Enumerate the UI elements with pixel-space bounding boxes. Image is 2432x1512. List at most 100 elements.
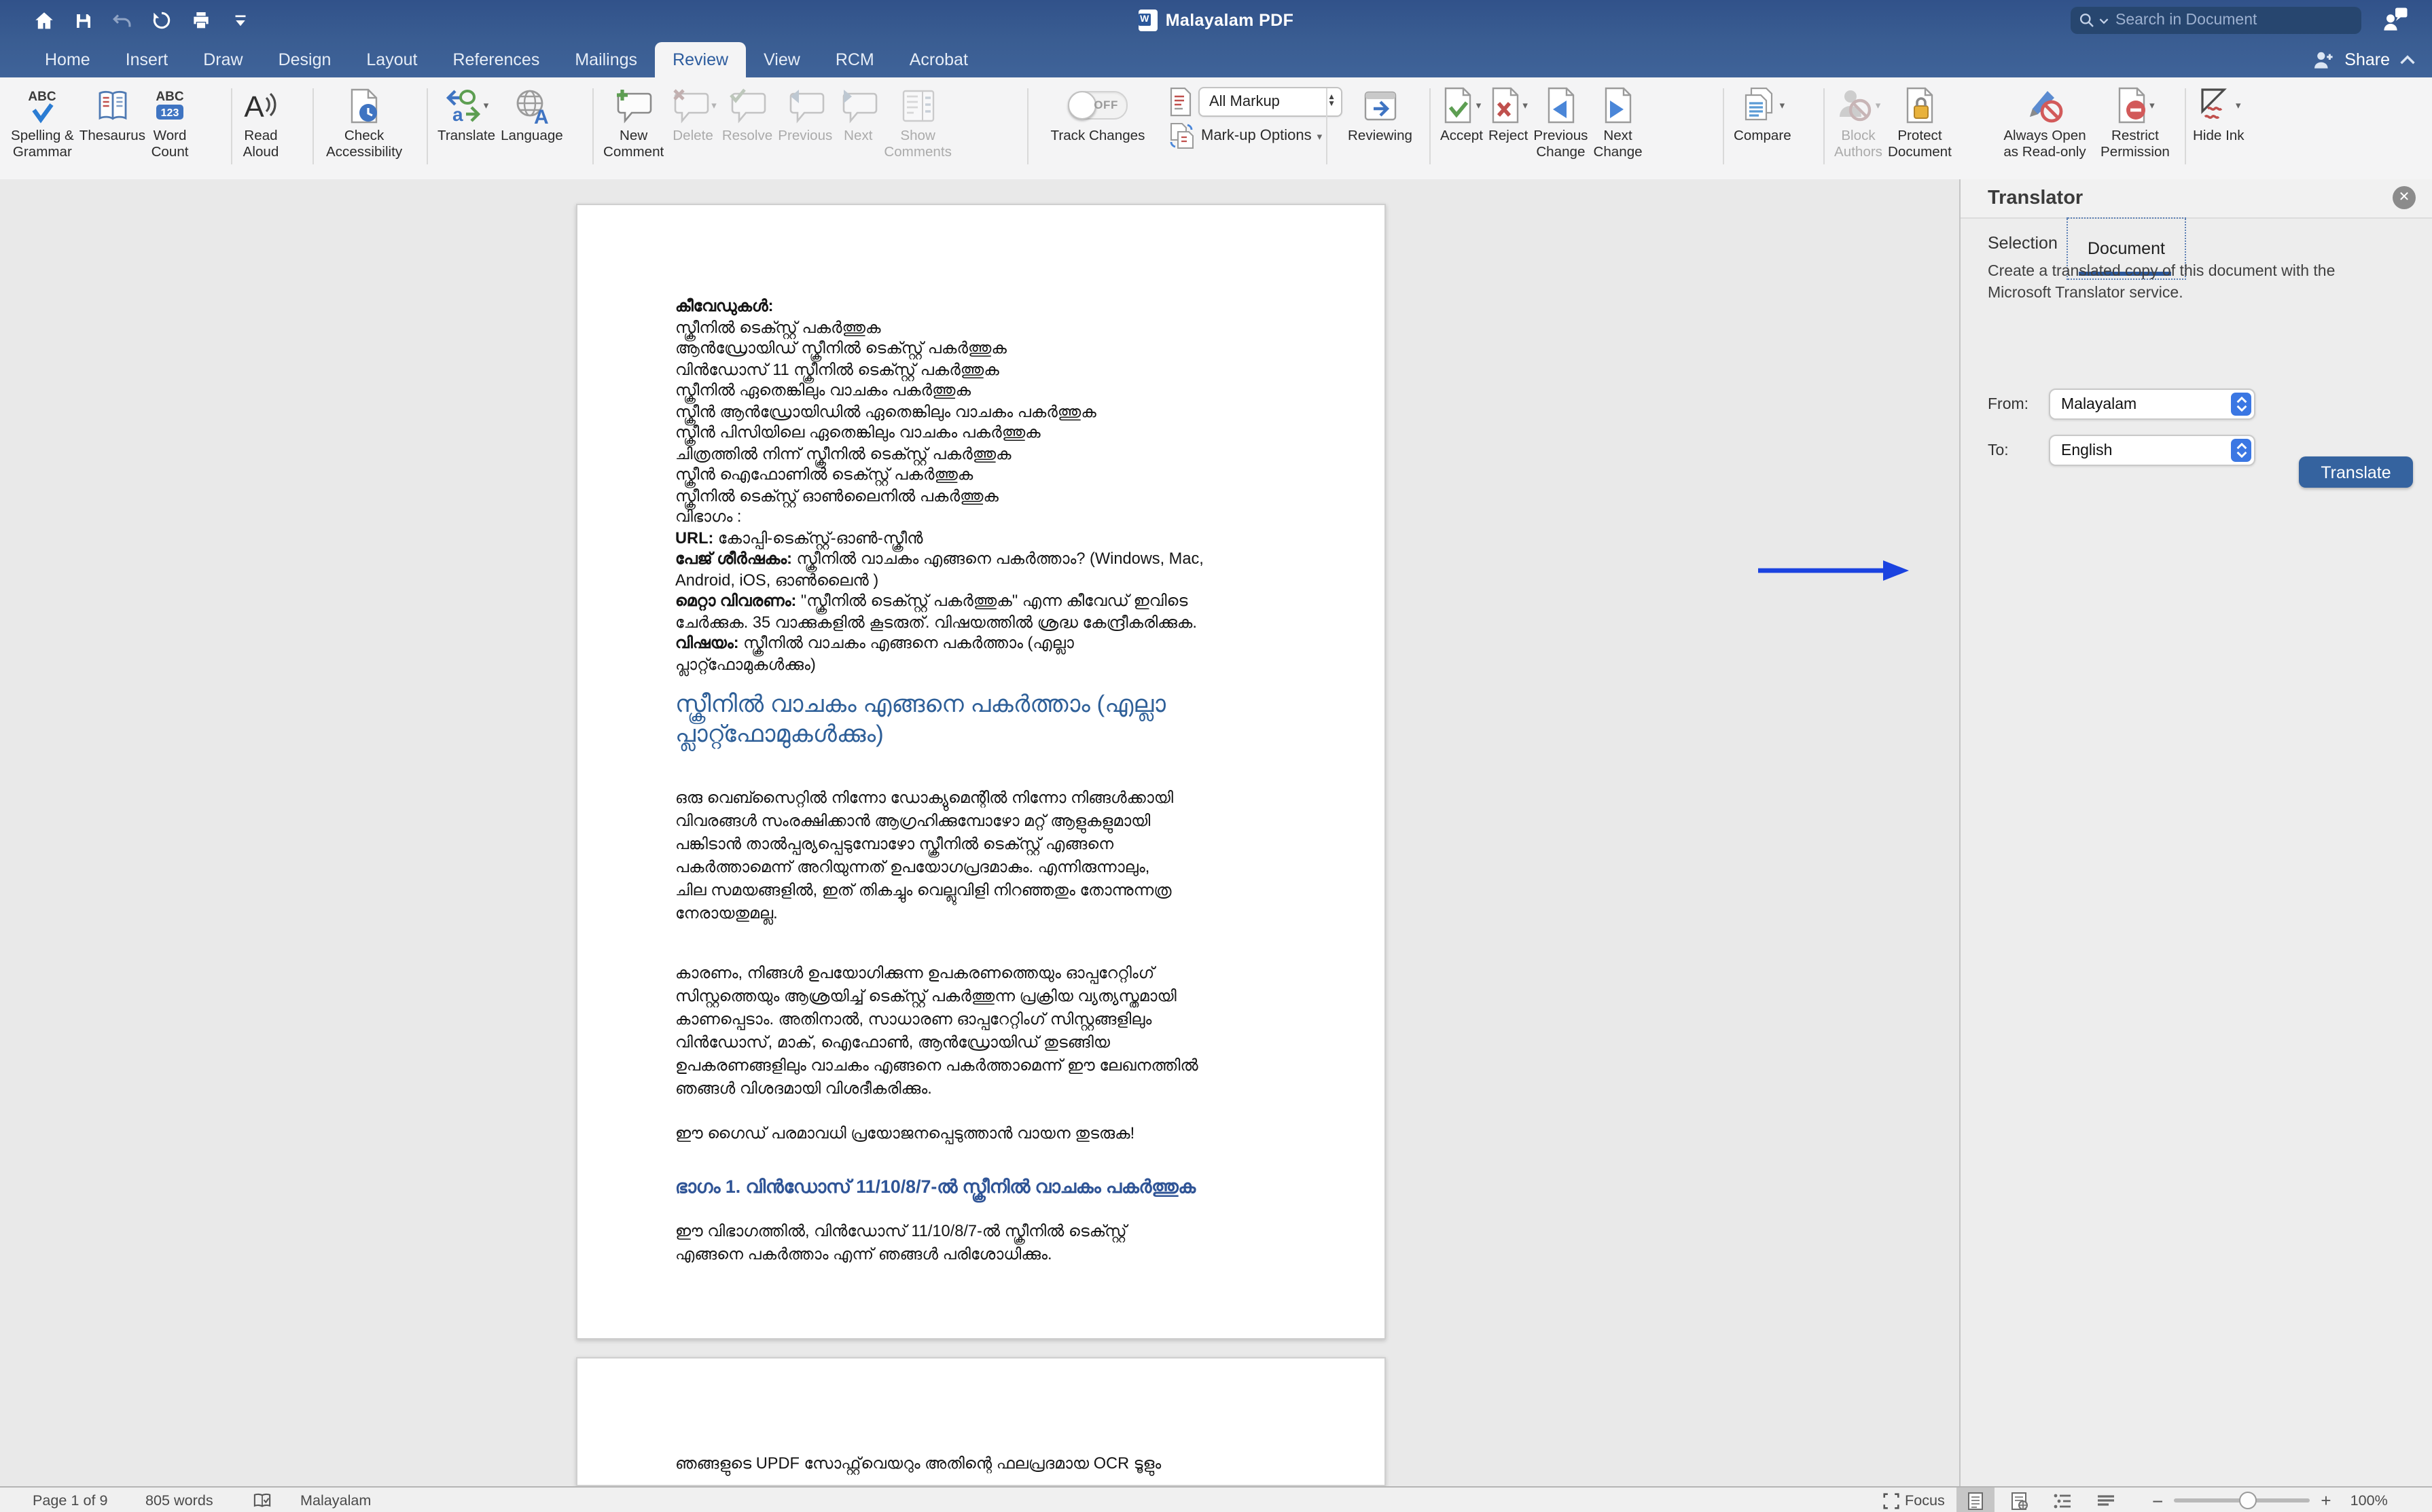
track-changes-switch[interactable]: OFF — [1068, 91, 1128, 120]
previous-change-button[interactable]: Previous Change — [1531, 84, 1590, 160]
next-change-button[interactable]: Next Change — [1590, 84, 1645, 160]
paragraph-4: ഈ വിഭാഗത്തിൽ, വിൻഡോസ് 11/10/8/7-ൽ സ്ക്രീ… — [675, 1220, 1276, 1266]
next-comment-icon — [838, 86, 878, 124]
close-icon[interactable]: ✕ — [2393, 186, 2416, 209]
collapse-ribbon-chevron-icon[interactable] — [2399, 54, 2416, 65]
to-select-stepper-icon — [2231, 439, 2251, 462]
translate-dropdown-caret-icon: ▾ — [484, 99, 489, 111]
resolve-comment-button: Resolve — [719, 84, 775, 145]
tab-acrobat[interactable]: Acrobat — [892, 42, 986, 77]
from-language-select[interactable]: Malayalam — [2049, 389, 2255, 420]
read-aloud-button[interactable]: A Read Aloud — [239, 84, 283, 160]
feedback-person-icon[interactable] — [2380, 5, 2410, 41]
language-button[interactable]: A Language — [498, 84, 566, 145]
language-indicator[interactable]: Malayalam — [300, 1488, 371, 1512]
previous-comment-icon — [785, 86, 825, 124]
accept-change-icon — [1442, 87, 1475, 124]
tab-home[interactable]: Home — [27, 42, 108, 77]
new-comment-button[interactable]: New Comment — [601, 84, 666, 160]
url-label: URL: — [675, 528, 713, 547]
redo-icon[interactable] — [148, 7, 175, 34]
category-line: വിഭാഗം : — [675, 507, 1276, 528]
document-canvas[interactable]: കീവേഡുകൾ: സ്ക്രീനിൽ ടെക്സ്റ്റ് പകർത്തുക … — [0, 179, 1959, 1486]
meta-description-label: മെറ്റാ വിവരണം: — [675, 591, 796, 610]
save-icon[interactable] — [69, 7, 96, 34]
proofing-status-icon[interactable] — [253, 1488, 272, 1512]
paragraph-1: ഒരു വെബ്സൈറ്റിൽ നിന്നോ ഡോക്യുമെന്റിൽ നിന… — [675, 787, 1276, 926]
reviewing-pane-button[interactable]: Reviewing — [1345, 84, 1415, 145]
document-title: Malayalam PDF — [1166, 11, 1294, 30]
markup-display-select[interactable]: All Markup ▲▼ — [1198, 87, 1342, 117]
read-only-pen-icon — [2026, 87, 2064, 124]
svg-text:ABC: ABC — [156, 89, 183, 103]
search-box[interactable] — [2071, 7, 2361, 34]
hide-ink-button[interactable]: ▾ Hide Ink — [2190, 84, 2247, 145]
translate-action-button[interactable]: Translate — [2299, 456, 2413, 488]
svg-text:123: 123 — [161, 107, 179, 118]
zoom-out-button[interactable]: − — [2152, 1490, 2163, 1511]
reject-change-button[interactable]: ▾ Reject — [1486, 84, 1531, 145]
markup-options-icon — [1168, 122, 1196, 149]
restrict-permission-button[interactable]: ▾ Restrict Permission — [2098, 84, 2172, 160]
track-changes-toggle[interactable]: OFF Track Changes — [1041, 84, 1155, 145]
zoom-slider-thumb[interactable] — [2239, 1491, 2257, 1509]
tab-view[interactable]: View — [746, 42, 818, 77]
compare-button[interactable]: ▾ Compare — [1731, 84, 1794, 145]
check-accessibility-button[interactable]: Check Accessibility — [323, 84, 405, 160]
status-bar: Page 1 of 9 805 words Malayalam Focus — [0, 1486, 2432, 1512]
word-count-indicator[interactable]: 805 words — [145, 1488, 213, 1512]
language-globe-icon: A — [513, 86, 551, 124]
translator-description: Create a translated copy of this documen… — [1988, 261, 2357, 304]
zoom-level[interactable]: 100% — [2350, 1492, 2388, 1509]
thesaurus-button[interactable]: Thesaurus — [77, 84, 148, 145]
tab-draw[interactable]: Draw — [185, 42, 260, 77]
accept-change-button[interactable]: ▾ Accept — [1437, 84, 1486, 145]
web-layout-icon — [2010, 1491, 2028, 1510]
tab-mailings[interactable]: Mailings — [557, 42, 655, 77]
tab-design[interactable]: Design — [261, 42, 349, 77]
paragraph-3: ഈ ഗൈഡ് പരമാവധി പ്രയോജനപ്പെടുത്താൻ വായന ത… — [675, 1122, 1276, 1145]
tab-review[interactable]: Review — [655, 42, 746, 77]
search-input[interactable] — [2113, 11, 2353, 30]
customize-quick-access-icon[interactable] — [227, 7, 254, 34]
reject-caret-icon: ▾ — [1522, 99, 1528, 111]
view-draft-button[interactable] — [2087, 1488, 2125, 1512]
focus-label: Focus — [1905, 1492, 1945, 1509]
translate-icon: a — [444, 86, 482, 124]
spelling-grammar-button[interactable]: ABC Spelling & Grammar — [8, 84, 77, 160]
document-page-1[interactable]: കീവേഡുകൾ: സ്ക്രീനിൽ ടെക്സ്റ്റ് പകർത്തുക … — [576, 204, 1386, 1339]
from-label: From: — [1988, 396, 2049, 412]
tab-insert[interactable]: Insert — [108, 42, 186, 77]
markup-options-button[interactable]: Mark-up Options ▾ — [1168, 122, 1342, 149]
document-heading-1: സ്ക്രീനിൽ വാചകം എങ്ങനെ പകർത്താം (എല്ലാ പ… — [675, 689, 1276, 749]
tab-selection[interactable]: Selection — [1988, 234, 2058, 253]
to-language-select[interactable]: English — [2049, 435, 2255, 466]
word-count-button[interactable]: ABC123 Word Count — [148, 84, 192, 160]
svg-text:A: A — [535, 105, 550, 124]
zoom-slider[interactable] — [2174, 1498, 2310, 1502]
document-page-2[interactable]: ഞങ്ങളുടെ UPDF സോഫ്റ്റ്‌വെയറും അതിന്റെ ഫല… — [576, 1357, 1386, 1486]
keywords-list: സ്ക്രീനിൽ ടെക്സ്റ്റ് പകർത്തുക ആൻഡ്രോയിഡ്… — [675, 317, 1276, 507]
share-button[interactable]: Share — [2312, 41, 2416, 77]
view-print-layout-button[interactable] — [1956, 1488, 1995, 1512]
page-indicator[interactable]: Page 1 of 9 — [33, 1488, 107, 1512]
new-comment-icon — [613, 86, 654, 124]
print-icon[interactable] — [187, 7, 215, 34]
svg-text:A: A — [244, 90, 264, 123]
view-web-layout-button[interactable] — [2000, 1488, 2038, 1512]
zoom-in-button[interactable]: + — [2321, 1490, 2331, 1511]
translate-button[interactable]: a ▾ Translate — [435, 84, 498, 145]
ribbon-tab-row: Home Insert Draw Design Layout Reference… — [0, 41, 2432, 77]
tab-references[interactable]: References — [435, 42, 557, 77]
focus-button[interactable]: Focus — [1883, 1488, 1945, 1512]
tab-document-label: Document — [2088, 239, 2165, 258]
tab-layout[interactable]: Layout — [348, 42, 435, 77]
from-language-value: Malayalam — [2050, 396, 2231, 412]
home-icon[interactable] — [30, 7, 57, 34]
tab-rcm[interactable]: RCM — [818, 42, 892, 77]
view-outline-button[interactable] — [2043, 1488, 2081, 1512]
quick-access-toolbar — [30, 0, 254, 41]
markup-display-value: All Markup — [1200, 94, 1327, 110]
protect-document-button[interactable]: Protect Document — [1885, 84, 1954, 160]
always-open-read-only-button[interactable]: Always Open as Read-only — [1992, 84, 2098, 160]
